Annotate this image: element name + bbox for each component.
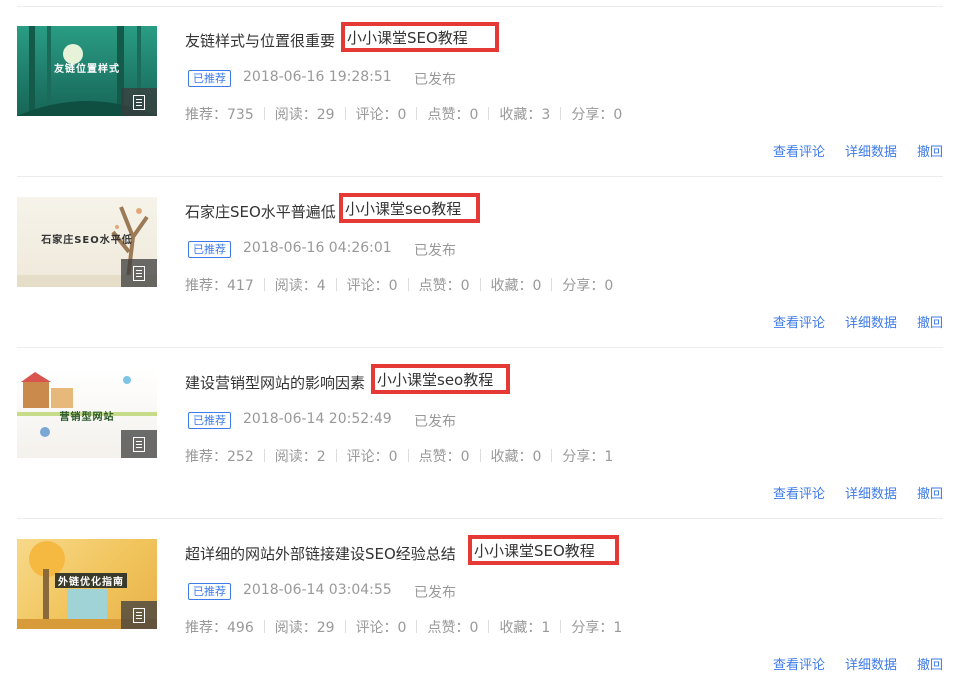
stat-read: 阅读：29 xyxy=(274,107,335,123)
title-highlight: 小小课堂SEO教程 xyxy=(341,22,499,52)
document-type-badge xyxy=(121,430,157,458)
revoke-link[interactable]: 撤回 xyxy=(917,654,943,673)
article-thumbnail[interactable]: 石家庄SEO水平低 xyxy=(17,197,157,287)
view-comments-link[interactable]: 查看评论 xyxy=(773,483,825,502)
article-title[interactable]: 石家庄SEO水平普遍低 xyxy=(185,201,336,222)
thumbnail-caption: 石家庄SEO水平低 xyxy=(41,235,133,246)
thumbnail-caption: 友链位置样式 xyxy=(54,64,120,75)
publish-datetime: 2018-06-14 20:52:49 xyxy=(243,411,392,427)
stat-share: 分享：1 xyxy=(562,449,614,465)
document-type-badge xyxy=(121,259,157,287)
article-stats: 推荐：496 阅读：29 评论：0 点赞：0 收藏：1 分享：1 xyxy=(185,617,622,637)
stat-like: 点赞：0 xyxy=(418,278,470,294)
article-title[interactable]: 建设营销型网站的影响因素 xyxy=(185,372,365,393)
publish-status: 已发布 xyxy=(414,585,456,601)
thumbnail-caption: 外链优化指南 xyxy=(55,573,127,588)
recommended-badge: 已推荐 xyxy=(188,412,231,429)
document-icon xyxy=(133,94,145,110)
document-type-badge xyxy=(121,88,157,116)
revoke-link[interactable]: 撤回 xyxy=(917,141,943,160)
detail-data-link[interactable]: 详细数据 xyxy=(845,483,897,502)
thumbnail-caption: 营销型网站 xyxy=(59,412,115,423)
article-thumbnail[interactable]: 营销型网站 xyxy=(17,368,157,458)
document-icon xyxy=(133,607,145,623)
article-actions: 查看评论 详细数据 撤回 xyxy=(773,483,943,502)
stat-favorite: 收藏：0 xyxy=(490,278,542,294)
detail-data-link[interactable]: 详细数据 xyxy=(845,654,897,673)
document-icon xyxy=(133,436,145,452)
publish-datetime: 2018-06-14 03:04:55 xyxy=(243,582,392,598)
title-highlight: 小小课堂SEO教程 xyxy=(468,535,619,565)
article-stats: 推荐：735 阅读：29 评论：0 点赞：0 收藏：3 分享：0 xyxy=(185,104,622,124)
article-thumbnail[interactable]: 外链优化指南 xyxy=(17,539,157,629)
article-stats: 推荐：417 阅读：4 评论：0 点赞：0 收藏：0 分享：0 xyxy=(185,275,613,295)
revoke-link[interactable]: 撤回 xyxy=(917,312,943,331)
publish-datetime: 2018-06-16 04:26:01 xyxy=(243,240,392,256)
stat-like: 点赞：0 xyxy=(427,107,479,123)
stat-recommend: 推荐：735 xyxy=(185,107,254,123)
publish-status: 已发布 xyxy=(414,414,456,430)
article-item: 石家庄SEO水平低 石家庄SEO水平普遍低 小小课堂seo教程 已推荐 2018… xyxy=(0,177,980,348)
document-icon xyxy=(133,265,145,281)
article-actions: 查看评论 详细数据 撤回 xyxy=(773,312,943,331)
article-title[interactable]: 超详细的网站外部链接建设SEO经验总结 xyxy=(185,543,456,564)
stat-favorite: 收藏：3 xyxy=(499,107,551,123)
publish-datetime: 2018-06-16 19:28:51 xyxy=(243,69,392,85)
publish-status: 已发布 xyxy=(414,243,456,259)
stat-read: 阅读：29 xyxy=(274,620,335,636)
view-comments-link[interactable]: 查看评论 xyxy=(773,141,825,160)
article-title[interactable]: 友链样式与位置很重要 xyxy=(185,30,335,51)
recommended-badge: 已推荐 xyxy=(188,583,231,600)
view-comments-link[interactable]: 查看评论 xyxy=(773,654,825,673)
publish-status: 已发布 xyxy=(414,72,456,88)
stat-read: 阅读：2 xyxy=(274,449,326,465)
detail-data-link[interactable]: 详细数据 xyxy=(845,312,897,331)
title-highlight: 小小课堂seo教程 xyxy=(339,193,480,223)
stat-like: 点赞：0 xyxy=(418,449,470,465)
stat-share: 分享：0 xyxy=(562,278,614,294)
recommended-badge: 已推荐 xyxy=(188,70,231,87)
article-stats: 推荐：252 阅读：2 评论：0 点赞：0 收藏：0 分享：1 xyxy=(185,446,613,466)
stat-comment: 评论：0 xyxy=(346,449,398,465)
stat-comment: 评论：0 xyxy=(355,620,407,636)
article-item: 营销型网站 建设营销型网站的影响因素 小小课堂seo教程 已推荐 2018-06… xyxy=(0,348,980,519)
stat-comment: 评论：0 xyxy=(346,278,398,294)
stat-read: 阅读：4 xyxy=(274,278,326,294)
stat-recommend: 推荐：417 xyxy=(185,278,254,294)
revoke-link[interactable]: 撤回 xyxy=(917,483,943,502)
stat-recommend: 推荐：252 xyxy=(185,449,254,465)
stat-favorite: 收藏：1 xyxy=(499,620,551,636)
article-actions: 查看评论 详细数据 撤回 xyxy=(773,141,943,160)
document-type-badge xyxy=(121,601,157,629)
detail-data-link[interactable]: 详细数据 xyxy=(845,141,897,160)
stat-like: 点赞：0 xyxy=(427,620,479,636)
view-comments-link[interactable]: 查看评论 xyxy=(773,312,825,331)
recommended-badge: 已推荐 xyxy=(188,241,231,258)
stat-recommend: 推荐：496 xyxy=(185,620,254,636)
article-item: 外链优化指南 超详细的网站外部链接建设SEO经验总结 小小课堂SEO教程 已推荐… xyxy=(0,519,980,690)
title-highlight: 小小课堂seo教程 xyxy=(371,364,510,394)
article-thumbnail[interactable]: 友链位置样式 xyxy=(17,26,157,116)
article-actions: 查看评论 详细数据 撤回 xyxy=(773,654,943,673)
article-item: 友链位置样式 友链样式与位置很重要 小小课堂SEO教程 已推荐 2018-06-… xyxy=(0,6,980,177)
stat-comment: 评论：0 xyxy=(355,107,407,123)
stat-share: 分享：0 xyxy=(571,107,623,123)
stat-share: 分享：1 xyxy=(571,620,623,636)
stat-favorite: 收藏：0 xyxy=(490,449,542,465)
